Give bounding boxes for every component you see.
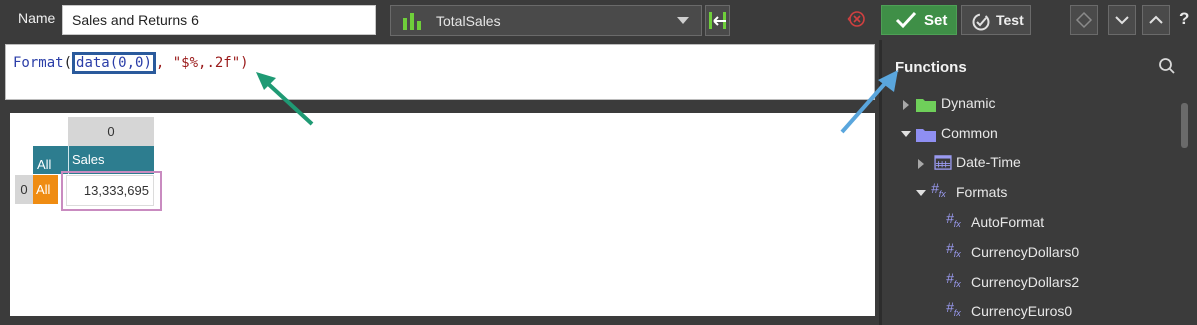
folder-icon: [916, 129, 936, 142]
toolbar: Name Sales and Returns 6 TotalSales Set: [0, 0, 1197, 40]
sales-column-header[interactable]: Sales: [68, 146, 154, 174]
tree-item-label: Dynamic: [941, 95, 996, 111]
tree-scrollbar[interactable]: [1181, 103, 1188, 148]
format-function-token: Format: [13, 55, 64, 71]
test-button[interactable]: Test: [961, 5, 1031, 35]
fx-icon: #fx: [946, 210, 961, 229]
clear-icon[interactable]: [846, 8, 868, 30]
expand-icon[interactable]: [903, 100, 909, 110]
all-column-header[interactable]: All: [33, 146, 68, 174]
tree-item-label: Date-Time: [956, 154, 1021, 170]
result-grid: 0 All Sales 0 All 13,333,695: [10, 113, 875, 316]
tree-item-label: CurrencyDollars2: [971, 274, 1080, 290]
test-label: Test: [996, 12, 1024, 28]
column-index-header: 0: [68, 117, 154, 146]
fx-icon: #fx: [931, 180, 946, 199]
all-row-header[interactable]: All: [33, 175, 58, 204]
format-string-token: , "$%,.2f"): [155, 55, 249, 71]
test-gauge-icon: [972, 13, 990, 31]
open-paren-token: (: [63, 55, 73, 71]
fx-icon: #fx: [946, 299, 961, 318]
name-input[interactable]: Sales and Returns 6: [62, 5, 376, 35]
chevron-up-icon: [1149, 15, 1163, 24]
search-icon[interactable]: [1158, 57, 1176, 75]
name-label: Name: [18, 10, 56, 26]
data-call-highlight: data(0,0): [72, 52, 156, 74]
collapse-down-button[interactable]: [1108, 5, 1136, 35]
row-index-header: 0: [15, 175, 33, 204]
calendar-icon: [934, 155, 952, 170]
folder-icon: [916, 99, 936, 112]
fx-icon: #fx: [946, 240, 961, 259]
help-button[interactable]: ?: [1179, 9, 1189, 29]
tree-item-label: Formats: [956, 184, 1008, 200]
collapse-icon[interactable]: [901, 131, 911, 137]
tree-item-label: CurrencyDollars0: [971, 244, 1080, 260]
panel-divider[interactable]: [879, 40, 882, 325]
formula-editor[interactable]: Format(data(0,0), "$%,.2f"): [5, 44, 875, 100]
expand-up-button[interactable]: [1142, 5, 1170, 35]
insert-measure-button[interactable]: [705, 5, 730, 36]
diamond-button[interactable]: [1070, 5, 1098, 35]
set-button[interactable]: Set: [881, 5, 957, 35]
tree-item-label: CurrencyEuros0: [971, 303, 1073, 319]
expand-icon[interactable]: [918, 159, 924, 169]
tree-item-label: Common: [941, 125, 998, 141]
fx-icon: #fx: [946, 270, 961, 289]
set-label: Set: [924, 12, 948, 29]
bar-chart-icon: [403, 13, 421, 30]
chevron-down-icon: [1115, 16, 1129, 25]
insert-icon: [709, 12, 726, 29]
diamond-icon: [1075, 11, 1093, 29]
collapse-icon[interactable]: [916, 190, 926, 196]
measure-label: TotalSales: [436, 13, 501, 29]
measure-dropdown[interactable]: TotalSales: [390, 5, 702, 36]
value-highlight-box: [61, 171, 162, 211]
functions-title: Functions: [895, 59, 967, 76]
formula-code: Format(data(0,0), "$%,.2f"): [13, 52, 249, 74]
checkmark-icon: [895, 11, 917, 29]
tree-item-label: AutoFormat: [971, 214, 1045, 230]
chevron-down-icon: [677, 17, 689, 24]
